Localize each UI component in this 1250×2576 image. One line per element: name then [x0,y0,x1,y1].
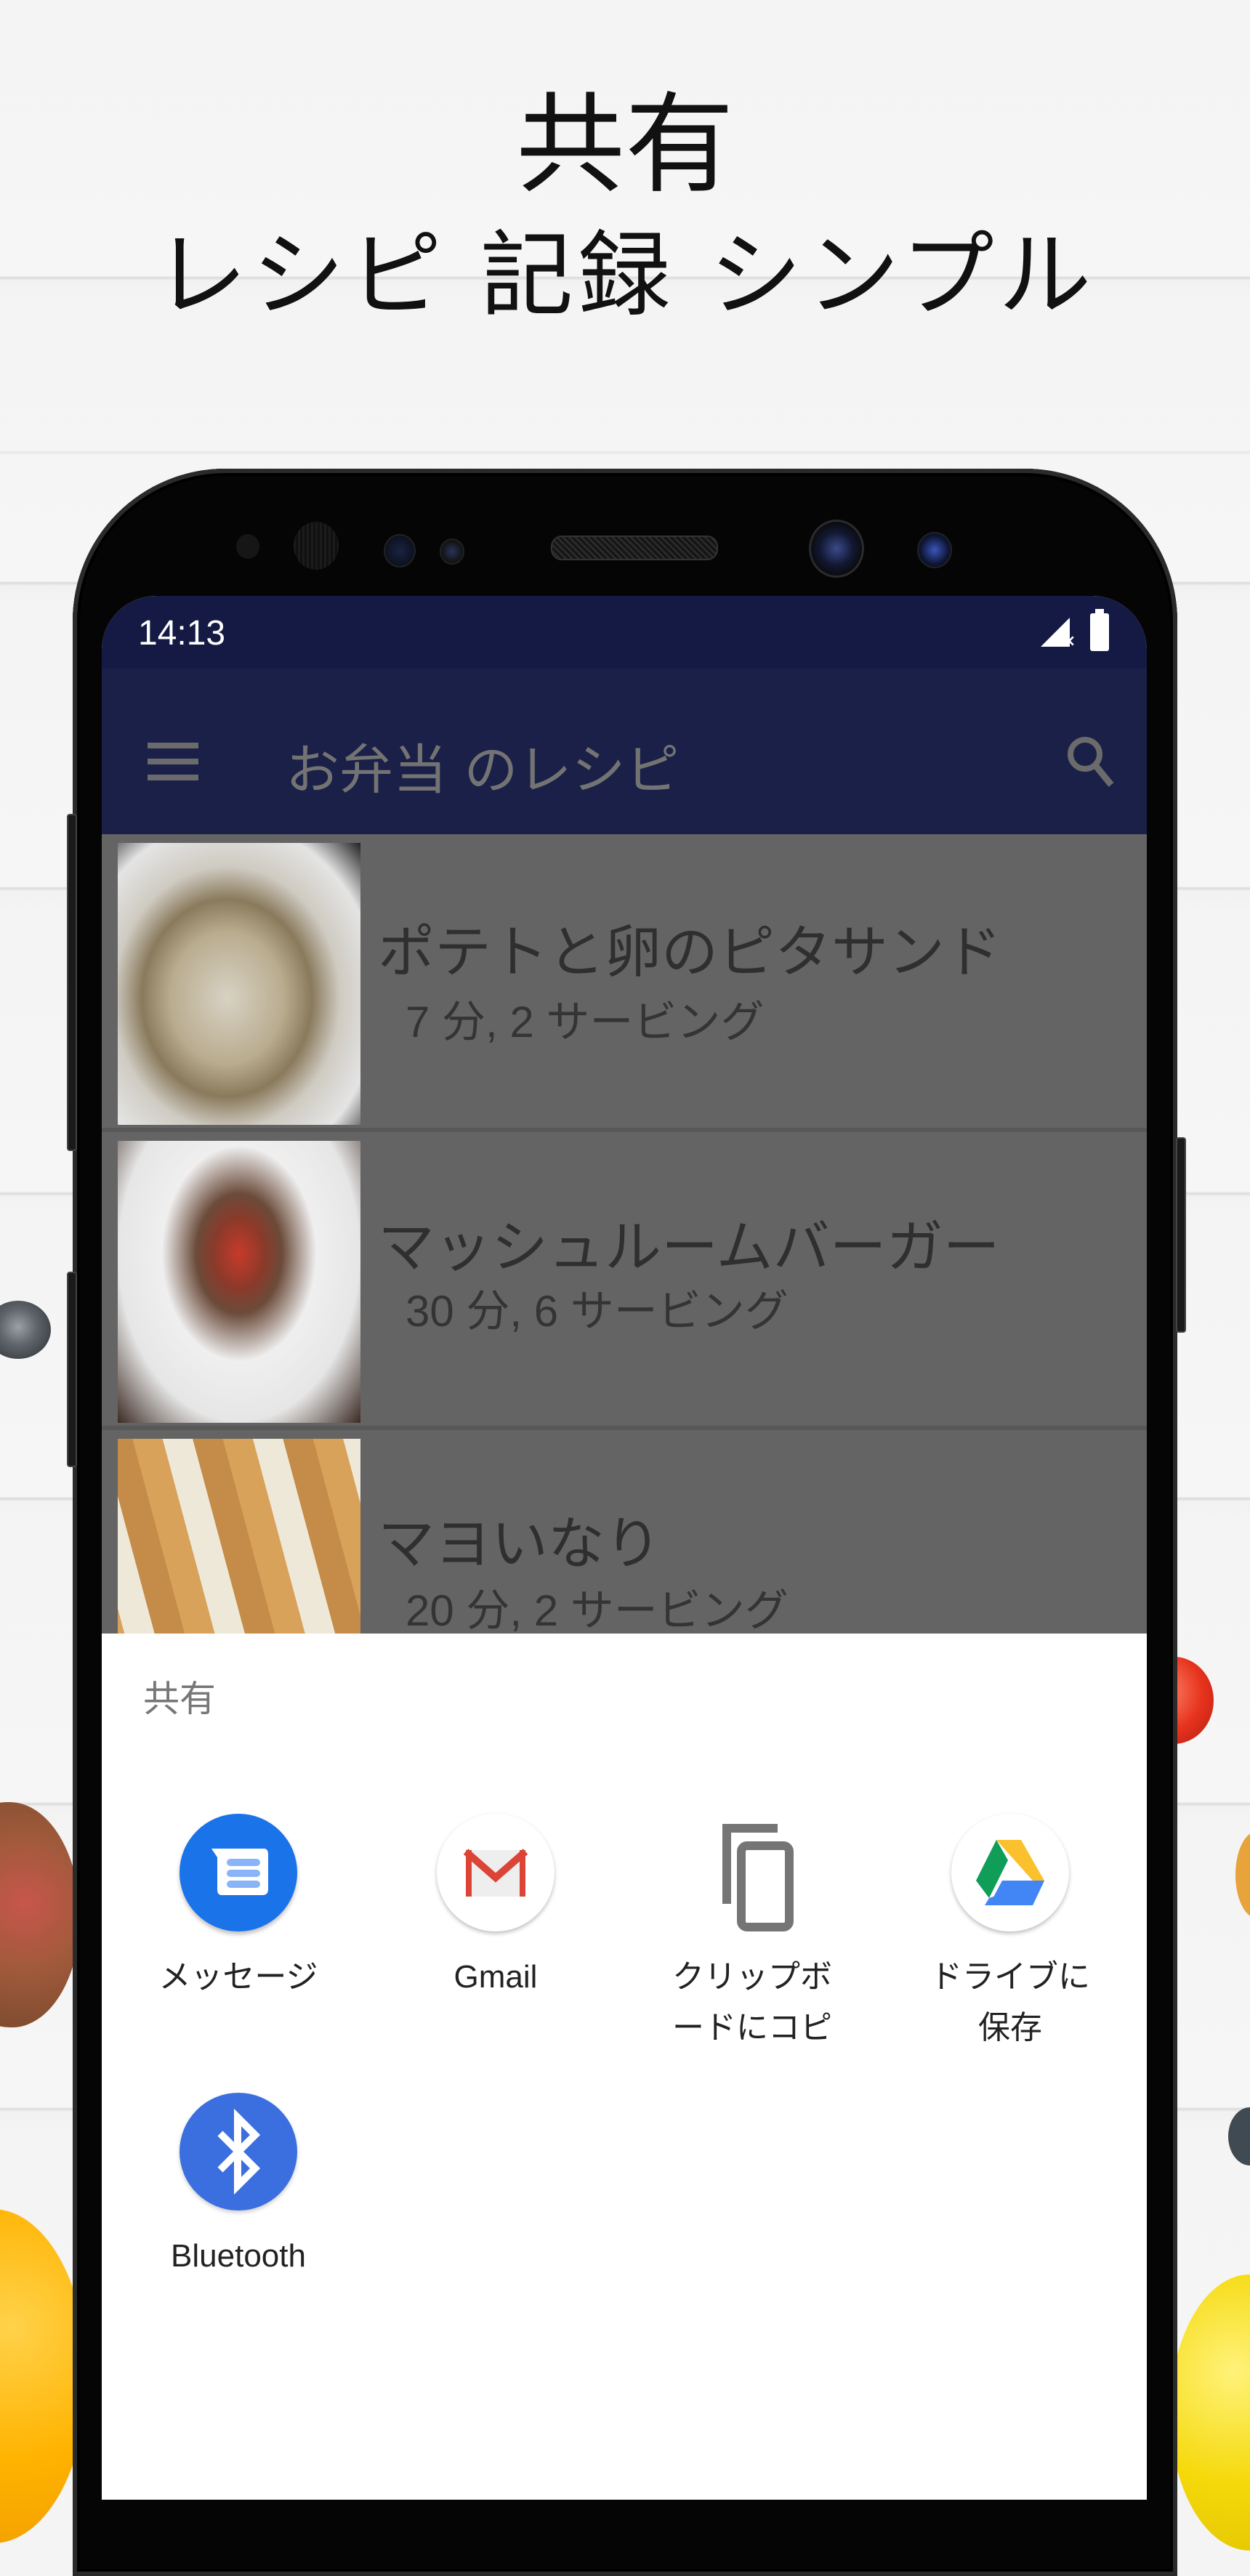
bixby-button [67,1272,77,1467]
iris-sensor [294,522,339,570]
share-target-gmail[interactable]: Gmail [379,1814,612,2003]
no-sim-x-icon: × [1062,632,1076,650]
hamburger-menu-icon[interactable] [148,743,198,783]
recipe-title: マヨいなり [378,1511,662,1577]
share-target-google-drive[interactable]: ドライブに 保存 [894,1814,1126,2054]
app-bar: お弁当 のレシピ [102,669,1147,834]
light-sensor [384,534,416,568]
recipe-list: ポテトと卵のピタサンド 7 分, 2 サービング マッシュルームバーガー 30 … [102,834,1147,1728]
status-bar: 14:13 × [102,596,1147,669]
messages-icon [180,1814,297,1931]
share-target-label: Bluetooth [171,2238,306,2274]
earpiece-speaker [551,536,718,560]
status-time: 14:13 [138,614,226,653]
volume-button [67,814,77,1151]
share-target-label: Gmail [453,1959,538,1995]
fruit-decoration [1235,1831,1250,1918]
share-target-label: ドライブに 保存 [930,1959,1090,2046]
led-sensor [440,538,464,565]
google-drive-icon [951,1814,1069,1931]
phone-screen: 14:13 × お弁当 のレシピ ポテトと卵のピタサンド 7 分, 2 サービン… [102,596,1147,2500]
bluetooth-icon [180,2093,297,2210]
recipe-row[interactable]: マッシュルームバーガー 30 分, 6 サービング [102,1132,1147,1430]
recipe-meta: 30 分, 6 サービング [406,1287,789,1336]
recipe-title: ポテトと卵のピタサンド [378,920,1002,985]
share-sheet-title: 共有 [143,1678,216,1720]
front-camera [809,520,864,578]
mango-decoration [0,1802,80,2027]
blueberry-decoration [0,1301,51,1359]
search-icon[interactable] [1065,732,1116,791]
share-target-messages[interactable]: メッセージ [122,1814,355,2003]
share-target-copy-clipboard[interactable]: クリップボ ードにコピ [636,1814,868,2054]
lemon-decoration [1170,2274,1250,2551]
recipe-title: マッシュルームバーガー [378,1215,1000,1280]
share-target-label: クリップボ ードにコピ [672,1959,832,2046]
app-title: お弁当 のレシピ [286,739,680,802]
recipe-meta: 20 分, 2 サービング [406,1586,789,1635]
recipe-meta: 7 分, 2 サービング [406,998,765,1046]
power-button [1176,1137,1186,1333]
share-sheet: 共有 メッセージ Gmail クリップボ ードにコピ ドライブに 保存 Blue… [102,1634,1147,2500]
iris-camera [917,532,952,568]
proximity-sensor [236,534,259,559]
recipe-thumbnail [118,843,360,1125]
promo-title: 共有 [515,82,734,209]
blueberry-decoration-right [1228,2107,1250,2165]
gmail-icon [437,1814,555,1931]
battery-full-icon [1090,609,1109,651]
share-target-bluetooth[interactable]: Bluetooth [122,2093,355,2282]
recipe-row[interactable]: ポテトと卵のピタサンド 7 分, 2 サービング [102,834,1147,1132]
promo-subtitle: レシピ 記録 シンプル [154,222,1096,330]
recipe-thumbnail [118,1141,360,1423]
copy-clipboard-icon [693,1814,811,1931]
share-target-label: メッセージ [158,1959,318,1995]
